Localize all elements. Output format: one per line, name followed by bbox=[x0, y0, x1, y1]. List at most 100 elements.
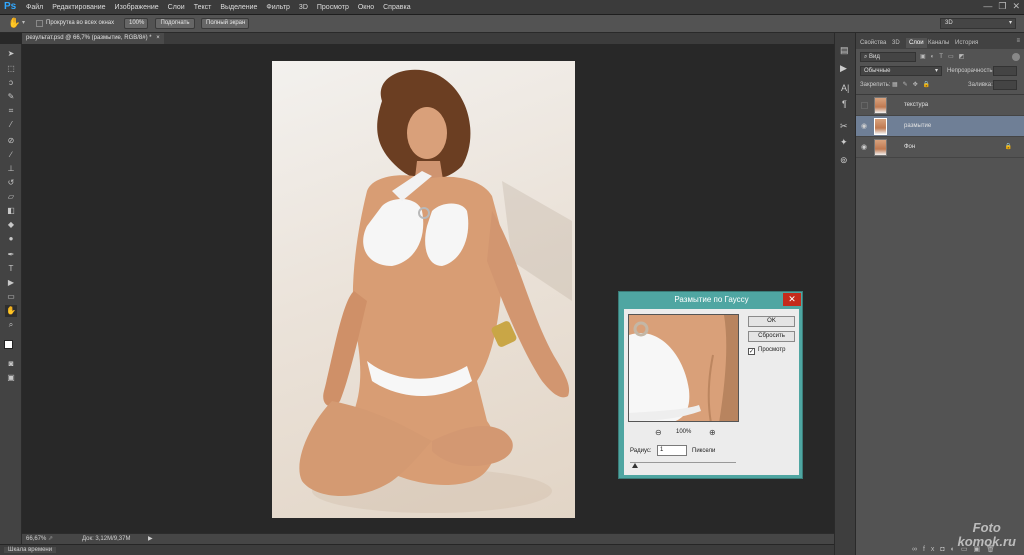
fit-screen-button[interactable]: Подогнать bbox=[155, 18, 195, 29]
timeline-panel-tab[interactable]: Шкала времени bbox=[0, 544, 855, 555]
visibility-off-icon[interactable] bbox=[861, 102, 868, 109]
menu-edit[interactable]: Редактирование bbox=[52, 4, 105, 11]
radius-value: 1 bbox=[660, 447, 664, 453]
clone-stamp-tool-icon[interactable]: ⊥ bbox=[5, 163, 17, 175]
blur-tool-icon[interactable]: ◆ bbox=[5, 219, 17, 231]
document-image[interactable] bbox=[272, 61, 575, 518]
pen-tool-icon[interactable]: ✒ bbox=[5, 249, 17, 261]
menu-layers[interactable]: Слои bbox=[168, 4, 185, 11]
tool-presets-icon[interactable]: ✂ bbox=[840, 121, 848, 132]
document-tab-title: результат.psd @ 66,7% (размытие, RGB/8#)… bbox=[26, 35, 152, 41]
blur-preview[interactable] bbox=[628, 314, 739, 422]
blend-mode-select[interactable]: Обычные ▾ bbox=[860, 66, 942, 76]
reset-button[interactable]: Сбросить bbox=[748, 331, 795, 342]
lasso-tool-icon[interactable]: ↄ bbox=[5, 77, 17, 89]
panel-menu-icon[interactable]: ≡ bbox=[1016, 38, 1020, 44]
paragraph-panel-icon[interactable]: ¶ bbox=[842, 99, 847, 109]
eye-icon[interactable]: ◉ bbox=[861, 123, 867, 130]
history-brush-tool-icon[interactable]: ↺ bbox=[5, 177, 17, 189]
character-panel-icon[interactable]: A| bbox=[841, 83, 849, 93]
shape-tool-icon[interactable]: ▭ bbox=[5, 291, 17, 303]
menu-help[interactable]: Справка bbox=[383, 4, 410, 11]
radius-label: Радиус: bbox=[630, 448, 652, 454]
menu-filter[interactable]: Фильтр bbox=[266, 4, 290, 11]
tab-properties[interactable]: Свойства bbox=[860, 38, 886, 48]
lock-icons[interactable]: ▦✎✥🔒 bbox=[892, 81, 935, 88]
zoom-out-icon[interactable]: ⊖ bbox=[655, 428, 662, 437]
layer-name: Фон bbox=[904, 144, 916, 150]
radius-slider-track[interactable] bbox=[630, 462, 736, 463]
marquee-tool-icon[interactable]: ⬚ bbox=[5, 63, 17, 75]
close-button[interactable]: ✕ bbox=[1012, 1, 1020, 12]
tab-history[interactable]: История bbox=[955, 38, 978, 48]
crop-tool-icon[interactable]: ⌗ bbox=[5, 105, 17, 117]
brush-presets-icon[interactable]: ✦ bbox=[840, 137, 848, 148]
menu-3d[interactable]: 3D bbox=[299, 4, 308, 11]
zoom-in-icon[interactable]: ⊕ bbox=[709, 428, 716, 437]
menu-type[interactable]: Текст bbox=[194, 4, 212, 11]
minimize-button[interactable]: — bbox=[983, 1, 992, 12]
menu-file[interactable]: Файл bbox=[26, 4, 43, 11]
foreground-color-swatch[interactable] bbox=[4, 340, 13, 349]
move-tool-icon[interactable]: ➤ bbox=[5, 48, 17, 60]
hand-tool-icon[interactable]: ✋ bbox=[8, 18, 20, 30]
scroll-all-windows-checkbox[interactable] bbox=[36, 20, 43, 27]
menu-select[interactable]: Выделение bbox=[220, 4, 257, 11]
options-bar: ✋ ▾ Прокрутка во всех окнах 100% Подогна… bbox=[0, 15, 1024, 33]
window-controls: — ❐ ✕ bbox=[983, 1, 1020, 12]
share-icon[interactable]: ⇗ bbox=[48, 534, 53, 544]
layer-row[interactable]: ◉ Фон 🔒 bbox=[856, 137, 1024, 158]
fullscreen-button[interactable]: Полный экран bbox=[201, 18, 249, 29]
fill-label: Заливка: bbox=[968, 82, 993, 88]
path-selection-tool-icon[interactable]: ▶ bbox=[5, 277, 17, 289]
layer-filter-icons[interactable]: ▣◐T▭◩ bbox=[920, 53, 969, 60]
zoom-tool-icon[interactable]: ⌕ bbox=[5, 319, 17, 331]
eye-icon[interactable]: ◉ bbox=[861, 144, 867, 151]
quick-selection-tool-icon[interactable]: ✎ bbox=[5, 91, 17, 103]
tab-channels[interactable]: Каналы bbox=[928, 38, 949, 48]
layer-thumbnail bbox=[874, 97, 887, 114]
tab-layers[interactable]: Слои bbox=[906, 38, 927, 48]
brush-tool-icon[interactable]: ∕ bbox=[5, 149, 17, 161]
layer-filter-kind[interactable]: ⌕ Вид bbox=[860, 52, 916, 62]
menu-image[interactable]: Изображение bbox=[115, 4, 159, 11]
menu-view[interactable]: Просмотр bbox=[317, 4, 349, 11]
filter-toggle-icon[interactable] bbox=[1012, 53, 1020, 61]
menu-list: Файл Редактирование Изображение Слои Тек… bbox=[26, 0, 411, 15]
menu-window[interactable]: Окно bbox=[358, 4, 374, 11]
zoom-100-button[interactable]: 100% bbox=[124, 18, 148, 29]
actions-panel-icon[interactable]: ▶ bbox=[840, 63, 847, 74]
layer-row[interactable]: текстура bbox=[856, 95, 1024, 116]
fill-input[interactable] bbox=[993, 80, 1017, 90]
zoom-level[interactable]: 66,67% bbox=[26, 534, 46, 544]
hand-tool-icon[interactable]: ✋ bbox=[5, 305, 17, 317]
healing-brush-tool-icon[interactable]: ⊘ bbox=[5, 135, 17, 147]
type-tool-icon[interactable]: T bbox=[5, 263, 17, 275]
workspace-select[interactable]: 3D ▾ bbox=[940, 18, 1016, 29]
gradient-tool-icon[interactable]: ◧ bbox=[5, 205, 17, 217]
status-menu-arrow-icon[interactable]: ▶ bbox=[148, 534, 153, 544]
radius-slider-handle[interactable] bbox=[632, 463, 638, 468]
tab-3d[interactable]: 3D bbox=[892, 38, 900, 48]
document-tab[interactable]: результат.psd @ 66,7% (размытие, RGB/8#)… bbox=[22, 33, 164, 44]
restore-button[interactable]: ❐ bbox=[998, 1, 1006, 12]
eyedropper-tool-icon[interactable]: ⁄ bbox=[5, 119, 17, 131]
watermark-logo: Foto komok.ru bbox=[957, 521, 1016, 549]
ok-button[interactable]: OK bbox=[748, 316, 795, 327]
history-panel-icon[interactable]: ▤ bbox=[840, 45, 849, 56]
close-tab-icon[interactable]: × bbox=[156, 35, 160, 41]
dodge-tool-icon[interactable]: ● bbox=[5, 233, 17, 245]
watermark-line2: komok.ru bbox=[957, 534, 1016, 549]
eraser-tool-icon[interactable]: ▱ bbox=[5, 191, 17, 203]
screen-mode-icon[interactable]: ▣ bbox=[5, 372, 17, 384]
clone-source-icon[interactable]: ⊚ bbox=[840, 155, 848, 166]
model-photo bbox=[299, 69, 572, 513]
quick-mask-icon[interactable]: ◙ bbox=[5, 358, 17, 370]
dialog-close-button[interactable]: ✕ bbox=[783, 293, 801, 306]
preview-checkbox[interactable]: ✓ bbox=[748, 348, 755, 355]
opacity-input[interactable] bbox=[993, 66, 1017, 76]
tool-preset-chevron-icon[interactable]: ▾ bbox=[22, 19, 25, 26]
blend-mode-value: Обычные bbox=[864, 68, 891, 74]
layer-row-selected[interactable]: ◉ размытие bbox=[856, 116, 1024, 137]
radius-input[interactable]: 1 bbox=[657, 445, 687, 456]
